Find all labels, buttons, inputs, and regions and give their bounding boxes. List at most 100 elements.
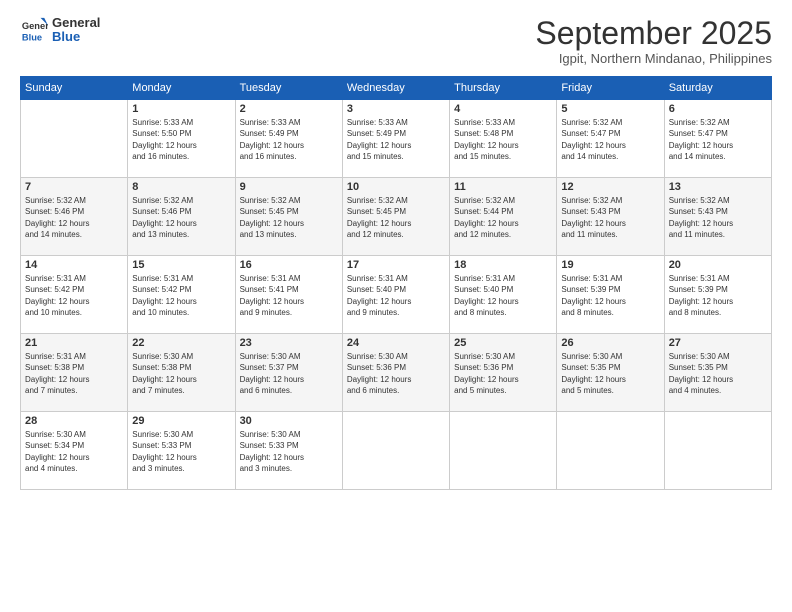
day-info: Sunrise: 5:32 AM Sunset: 5:45 PM Dayligh… xyxy=(240,195,338,240)
day-number: 19 xyxy=(561,259,659,271)
page: General Blue General Blue September 2025… xyxy=(0,0,792,612)
calendar-cell: 2 Sunrise: 5:33 AM Sunset: 5:49 PM Daylig… xyxy=(235,100,342,178)
calendar-cell: 30 Sunrise: 5:30 AM Sunset: 5:33 PM Dayli… xyxy=(235,412,342,490)
day-number: 4 xyxy=(454,103,552,115)
day-number: 11 xyxy=(454,181,552,193)
day-info: Sunrise: 5:30 AM Sunset: 5:35 PM Dayligh… xyxy=(561,351,659,396)
calendar-cell: 11 Sunrise: 5:32 AM Sunset: 5:44 PM Dayli… xyxy=(450,178,557,256)
day-info: Sunrise: 5:30 AM Sunset: 5:33 PM Dayligh… xyxy=(240,429,338,474)
week-row-4: 21Sunrise: 5:31 AM Sunset: 5:38 PM Dayli… xyxy=(21,334,772,412)
day-info: Sunrise: 5:30 AM Sunset: 5:38 PM Dayligh… xyxy=(132,351,230,396)
calendar-cell: 1 Sunrise: 5:33 AM Sunset: 5:50 PM Daylig… xyxy=(128,100,235,178)
day-info: Sunrise: 5:33 AM Sunset: 5:49 PM Dayligh… xyxy=(240,117,338,162)
day-info: Sunrise: 5:30 AM Sunset: 5:36 PM Dayligh… xyxy=(347,351,445,396)
day-number: 2 xyxy=(240,103,338,115)
day-number: 7 xyxy=(25,181,123,193)
calendar-cell xyxy=(21,100,128,178)
calendar-cell: 5 Sunrise: 5:32 AM Sunset: 5:47 PM Daylig… xyxy=(557,100,664,178)
day-number: 15 xyxy=(132,259,230,271)
calendar-cell: 23Sunrise: 5:30 AM Sunset: 5:37 PM Dayli… xyxy=(235,334,342,412)
calendar-cell: 22 Sunrise: 5:30 AM Sunset: 5:38 PM Dayli… xyxy=(128,334,235,412)
calendar-table: SundayMondayTuesdayWednesdayThursdayFrid… xyxy=(20,76,772,490)
day-number: 9 xyxy=(240,181,338,193)
calendar-cell: 21Sunrise: 5:31 AM Sunset: 5:38 PM Dayli… xyxy=(21,334,128,412)
day-number: 21 xyxy=(25,337,123,349)
dow-header-thursday: Thursday xyxy=(450,77,557,100)
day-number: 20 xyxy=(669,259,767,271)
day-info: Sunrise: 5:30 AM Sunset: 5:33 PM Dayligh… xyxy=(132,429,230,474)
calendar-cell: 17 Sunrise: 5:31 AM Sunset: 5:40 PM Dayli… xyxy=(342,256,449,334)
day-of-week-row: SundayMondayTuesdayWednesdayThursdayFrid… xyxy=(21,77,772,100)
day-number: 6 xyxy=(669,103,767,115)
calendar-body: 1 Sunrise: 5:33 AM Sunset: 5:50 PM Daylig… xyxy=(21,100,772,490)
calendar-cell: 16 Sunrise: 5:31 AM Sunset: 5:41 PM Dayli… xyxy=(235,256,342,334)
logo-general: General xyxy=(52,16,100,30)
day-info: Sunrise: 5:33 AM Sunset: 5:49 PM Dayligh… xyxy=(347,117,445,162)
day-info: Sunrise: 5:32 AM Sunset: 5:43 PM Dayligh… xyxy=(561,195,659,240)
day-info: Sunrise: 5:33 AM Sunset: 5:50 PM Dayligh… xyxy=(132,117,230,162)
calendar-cell: 8 Sunrise: 5:32 AM Sunset: 5:46 PM Daylig… xyxy=(128,178,235,256)
calendar-cell: 26Sunrise: 5:30 AM Sunset: 5:35 PM Dayli… xyxy=(557,334,664,412)
logo: General Blue General Blue xyxy=(20,16,100,45)
location: Igpit, Northern Mindanao, Philippines xyxy=(535,51,772,66)
dow-header-wednesday: Wednesday xyxy=(342,77,449,100)
day-info: Sunrise: 5:31 AM Sunset: 5:40 PM Dayligh… xyxy=(454,273,552,318)
month-title: September 2025 xyxy=(535,16,772,51)
day-info: Sunrise: 5:30 AM Sunset: 5:34 PM Dayligh… xyxy=(25,429,123,474)
calendar-cell: 12Sunrise: 5:32 AM Sunset: 5:43 PM Dayli… xyxy=(557,178,664,256)
day-number: 13 xyxy=(669,181,767,193)
day-info: Sunrise: 5:31 AM Sunset: 5:41 PM Dayligh… xyxy=(240,273,338,318)
calendar-cell: 6 Sunrise: 5:32 AM Sunset: 5:47 PM Daylig… xyxy=(664,100,771,178)
day-number: 29 xyxy=(132,415,230,427)
day-number: 25 xyxy=(454,337,552,349)
day-number: 8 xyxy=(132,181,230,193)
week-row-5: 28Sunrise: 5:30 AM Sunset: 5:34 PM Dayli… xyxy=(21,412,772,490)
dow-header-tuesday: Tuesday xyxy=(235,77,342,100)
day-info: Sunrise: 5:32 AM Sunset: 5:44 PM Dayligh… xyxy=(454,195,552,240)
day-info: Sunrise: 5:30 AM Sunset: 5:36 PM Dayligh… xyxy=(454,351,552,396)
day-number: 30 xyxy=(240,415,338,427)
calendar-cell: 19 Sunrise: 5:31 AM Sunset: 5:39 PM Dayli… xyxy=(557,256,664,334)
svg-text:General: General xyxy=(22,21,48,31)
calendar-cell: 9 Sunrise: 5:32 AM Sunset: 5:45 PM Daylig… xyxy=(235,178,342,256)
dow-header-sunday: Sunday xyxy=(21,77,128,100)
calendar-cell: 10 Sunrise: 5:32 AM Sunset: 5:45 PM Dayli… xyxy=(342,178,449,256)
day-info: Sunrise: 5:31 AM Sunset: 5:42 PM Dayligh… xyxy=(25,273,123,318)
day-info: Sunrise: 5:32 AM Sunset: 5:46 PM Dayligh… xyxy=(25,195,123,240)
day-number: 24 xyxy=(347,337,445,349)
day-number: 22 xyxy=(132,337,230,349)
calendar-cell: 18 Sunrise: 5:31 AM Sunset: 5:40 PM Dayli… xyxy=(450,256,557,334)
day-info: Sunrise: 5:32 AM Sunset: 5:47 PM Dayligh… xyxy=(561,117,659,162)
calendar-cell xyxy=(557,412,664,490)
day-info: Sunrise: 5:32 AM Sunset: 5:47 PM Dayligh… xyxy=(669,117,767,162)
calendar-cell: 3 Sunrise: 5:33 AM Sunset: 5:49 PM Daylig… xyxy=(342,100,449,178)
day-info: Sunrise: 5:31 AM Sunset: 5:39 PM Dayligh… xyxy=(561,273,659,318)
day-number: 3 xyxy=(347,103,445,115)
day-number: 18 xyxy=(454,259,552,271)
day-info: Sunrise: 5:32 AM Sunset: 5:43 PM Dayligh… xyxy=(669,195,767,240)
dow-header-saturday: Saturday xyxy=(664,77,771,100)
calendar-cell: 4Sunrise: 5:33 AM Sunset: 5:48 PM Daylig… xyxy=(450,100,557,178)
day-number: 16 xyxy=(240,259,338,271)
day-number: 17 xyxy=(347,259,445,271)
dow-header-monday: Monday xyxy=(128,77,235,100)
day-number: 5 xyxy=(561,103,659,115)
week-row-1: 1 Sunrise: 5:33 AM Sunset: 5:50 PM Daylig… xyxy=(21,100,772,178)
title-block: September 2025 Igpit, Northern Mindanao,… xyxy=(535,16,772,66)
calendar-cell: 14Sunrise: 5:31 AM Sunset: 5:42 PM Dayli… xyxy=(21,256,128,334)
day-info: Sunrise: 5:30 AM Sunset: 5:37 PM Dayligh… xyxy=(240,351,338,396)
logo-blue: Blue xyxy=(52,30,100,44)
day-info: Sunrise: 5:31 AM Sunset: 5:42 PM Dayligh… xyxy=(132,273,230,318)
calendar-cell: 24 Sunrise: 5:30 AM Sunset: 5:36 PM Dayli… xyxy=(342,334,449,412)
day-number: 1 xyxy=(132,103,230,115)
day-number: 10 xyxy=(347,181,445,193)
day-info: Sunrise: 5:32 AM Sunset: 5:45 PM Dayligh… xyxy=(347,195,445,240)
day-info: Sunrise: 5:31 AM Sunset: 5:40 PM Dayligh… xyxy=(347,273,445,318)
day-info: Sunrise: 5:32 AM Sunset: 5:46 PM Dayligh… xyxy=(132,195,230,240)
dow-header-friday: Friday xyxy=(557,77,664,100)
day-info: Sunrise: 5:31 AM Sunset: 5:39 PM Dayligh… xyxy=(669,273,767,318)
calendar-cell xyxy=(342,412,449,490)
calendar-cell: 15 Sunrise: 5:31 AM Sunset: 5:42 PM Dayli… xyxy=(128,256,235,334)
day-info: Sunrise: 5:30 AM Sunset: 5:35 PM Dayligh… xyxy=(669,351,767,396)
week-row-2: 7 Sunrise: 5:32 AM Sunset: 5:46 PM Daylig… xyxy=(21,178,772,256)
